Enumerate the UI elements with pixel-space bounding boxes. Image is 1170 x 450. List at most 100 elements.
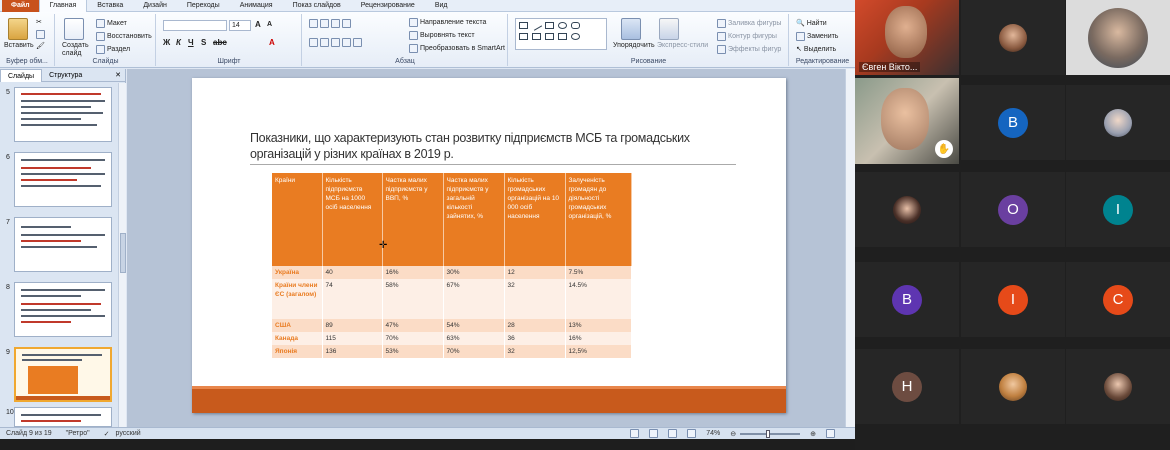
participant-tile[interactable] — [1066, 0, 1170, 75]
slide-thumbnail-10[interactable] — [14, 407, 112, 427]
table-cell[interactable]: 67% — [443, 279, 505, 319]
table-cell-country[interactable]: Канада — [272, 332, 323, 345]
data-table[interactable]: Країни Кількість підприємств МСБ на 1000… — [272, 173, 632, 358]
zoom-slider[interactable] — [740, 429, 801, 438]
table-cell[interactable]: 7.5% — [565, 266, 632, 279]
zoom-in-icon[interactable]: ⊕ — [810, 430, 816, 438]
grow-font-icon[interactable]: A — [255, 20, 261, 29]
replace-button[interactable]: Заменить — [796, 32, 838, 41]
participant-tile[interactable] — [1066, 349, 1170, 424]
reading-view-icon[interactable] — [668, 429, 678, 438]
table-cell-country[interactable]: Країни члени ЄС (загалом) — [272, 279, 323, 319]
shape-outline-button[interactable]: Контур фигуры — [717, 32, 777, 41]
paste-button[interactable]: Вставить — [4, 42, 34, 49]
participant-tile[interactable]: H — [855, 349, 959, 424]
table-cell[interactable]: 40 — [322, 266, 383, 279]
participant-tile[interactable]: B — [961, 85, 1065, 160]
participant-tile[interactable] — [855, 172, 959, 247]
connector-shape-icon[interactable] — [532, 33, 541, 40]
scrollbar-thumb[interactable] — [120, 233, 126, 273]
find-button[interactable]: 🔍 Найти — [796, 19, 827, 28]
callout-shape-icon[interactable] — [571, 33, 580, 40]
tab-slides[interactable]: Слайды — [0, 68, 43, 82]
table-cell-country[interactable]: США — [272, 319, 323, 332]
reset-button[interactable]: Восстановить — [96, 32, 152, 41]
zoom-level[interactable]: 74% — [706, 430, 720, 437]
slides-pane-scrollbar[interactable] — [118, 83, 126, 427]
table-cell[interactable]: 58% — [382, 279, 444, 319]
table-cell[interactable]: 16% — [382, 266, 444, 279]
table-header-cell[interactable]: Залученість громадян до діяльності грома… — [565, 173, 632, 266]
table-cell[interactable]: 12 — [504, 266, 566, 279]
oval-shape-icon[interactable] — [558, 22, 567, 29]
arrow-shape-icon[interactable] — [545, 33, 554, 40]
tab-slideshow[interactable]: Показ слайдов — [283, 0, 351, 12]
slide-thumbnail-5[interactable] — [14, 87, 112, 142]
tab-design[interactable]: Дизайн — [133, 0, 177, 12]
star-shape-icon[interactable] — [558, 33, 567, 40]
tab-transitions[interactable]: Переходы — [177, 0, 230, 12]
zoom-slider-knob[interactable] — [766, 429, 771, 438]
table-cell[interactable]: 14.5% — [565, 279, 632, 319]
tab-review[interactable]: Рецензирование — [351, 0, 425, 12]
quick-styles-icon[interactable] — [659, 18, 679, 40]
paste-icon[interactable] — [8, 18, 28, 40]
slide-canvas[interactable]: Показники, що характеризують стан розвит… — [192, 78, 786, 413]
table-cell[interactable]: 32 — [504, 345, 566, 358]
smartart-button[interactable]: Преобразовать в SmartArt — [409, 44, 505, 53]
strikethrough-button[interactable]: abc — [213, 38, 227, 47]
participant-tile[interactable]: C — [1066, 262, 1170, 337]
table-cell[interactable]: 53% — [382, 345, 444, 358]
table-cell[interactable]: 70% — [443, 345, 505, 358]
shape-effects-button[interactable]: Эффекты фигур — [717, 45, 781, 54]
shrink-font-icon[interactable]: A — [267, 21, 272, 28]
participant-tile[interactable]: I — [961, 262, 1065, 337]
table-header-cell[interactable]: Кількість громадських організацій на 10 … — [504, 173, 566, 266]
table-header-cell[interactable]: Частка малих підприємств у ВВП, % — [382, 173, 444, 266]
bold-button[interactable]: Ж — [163, 38, 170, 47]
layout-button[interactable]: Макет — [96, 19, 127, 28]
tab-animation[interactable]: Анимация — [230, 0, 283, 12]
arrange-button[interactable]: Упорядочить — [613, 42, 655, 49]
align-text-button[interactable]: Выровнять текст — [409, 31, 475, 40]
section-button[interactable]: Раздел — [96, 45, 130, 54]
slide-thumbnail-8[interactable] — [14, 282, 112, 337]
table-cell[interactable]: 54% — [443, 319, 505, 332]
spellcheck-icon[interactable]: ✓ — [104, 430, 110, 438]
table-cell[interactable]: 13% — [565, 319, 632, 332]
slide-title[interactable]: Показники, що характеризують стан розвит… — [250, 130, 730, 162]
fit-slide-icon[interactable] — [826, 429, 835, 438]
italic-button[interactable]: К — [176, 38, 181, 47]
table-cell[interactable]: 47% — [382, 319, 444, 332]
slideshow-view-icon[interactable] — [687, 429, 697, 438]
participant-tile[interactable]: O — [961, 172, 1065, 247]
table-header-cell[interactable]: Частка малих підприємств у загальній кіл… — [443, 173, 505, 266]
slide-thumbnail-6[interactable] — [14, 152, 112, 207]
tab-outline[interactable]: Структура — [42, 69, 89, 82]
font-size-field[interactable]: 14 — [229, 20, 251, 31]
line-shape-icon[interactable] — [530, 20, 543, 31]
shapes-gallery[interactable] — [515, 18, 607, 50]
close-icon[interactable]: ✕ — [111, 69, 125, 82]
sorter-view-icon[interactable] — [649, 429, 659, 438]
format-painter-icon[interactable]: 🖌 — [36, 42, 45, 50]
participant-tile[interactable]: B — [855, 262, 959, 337]
zoom-out-icon[interactable]: ⊖ — [730, 430, 736, 438]
table-cell[interactable]: 16% — [565, 332, 632, 345]
underline-button[interactable]: Ч — [188, 38, 194, 47]
table-cell[interactable]: 36 — [504, 332, 566, 345]
participant-tile[interactable] — [961, 0, 1065, 75]
cut-icon[interactable]: ✂ — [36, 18, 42, 26]
shape-fill-button[interactable]: Заливка фигуры — [717, 19, 781, 28]
font-color-button[interactable]: A — [269, 38, 275, 47]
table-cell[interactable]: 32 — [504, 279, 566, 319]
copy-icon[interactable] — [36, 30, 45, 39]
table-cell[interactable]: 136 — [322, 345, 383, 358]
table-cell[interactable]: 28 — [504, 319, 566, 332]
shadow-button[interactable]: S — [201, 38, 206, 47]
participant-camera-tile[interactable]: Євген Вікто... — [855, 0, 959, 75]
table-cell[interactable]: 89 — [322, 319, 383, 332]
participant-camera-tile[interactable]: ✋ — [855, 78, 959, 164]
new-slide-button[interactable]: Создать слайд — [62, 42, 92, 58]
slide-thumbnail-9-selected[interactable] — [14, 347, 112, 402]
